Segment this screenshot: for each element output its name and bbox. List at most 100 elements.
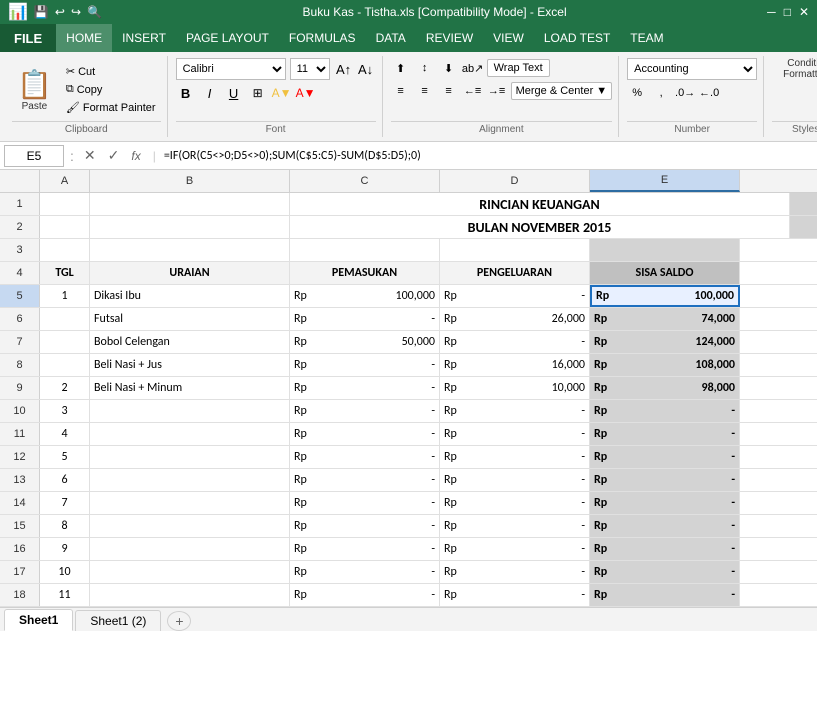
- menu-page-layout[interactable]: PAGE LAYOUT: [176, 24, 279, 52]
- cell-c7[interactable]: Rp50,000: [290, 331, 440, 353]
- cell-c18[interactable]: Rp-: [290, 584, 440, 606]
- cell-d18[interactable]: Rp-: [440, 584, 590, 606]
- cell-d4[interactable]: PENGELUARAN: [440, 262, 590, 284]
- cell-b15[interactable]: [90, 515, 290, 537]
- cell-e18[interactable]: Rp-: [590, 584, 740, 606]
- minimize-btn[interactable]: ─: [767, 5, 776, 19]
- cell-b8[interactable]: Beli Nasi + Jus: [90, 354, 290, 376]
- cell-b17[interactable]: [90, 561, 290, 583]
- maximize-btn[interactable]: □: [784, 5, 791, 19]
- menu-review[interactable]: REVIEW: [416, 24, 483, 52]
- cell-b6[interactable]: Futsal: [90, 308, 290, 330]
- cell-d17[interactable]: Rp-: [440, 561, 590, 583]
- insert-function-icon[interactable]: fx: [127, 149, 144, 163]
- increase-decimal-btn[interactable]: .0→: [675, 83, 695, 103]
- cell-a6[interactable]: [40, 308, 90, 330]
- cancel-formula-icon[interactable]: ✕: [80, 147, 100, 164]
- align-bottom-btn[interactable]: ⬇: [439, 58, 459, 78]
- cell-d3[interactable]: [440, 239, 590, 261]
- cell-e5[interactable]: Rp100,000: [590, 285, 740, 307]
- cell-a7[interactable]: [40, 331, 90, 353]
- cell-e9[interactable]: Rp98,000: [590, 377, 740, 399]
- cell-b3[interactable]: [90, 239, 290, 261]
- cell-b5[interactable]: Dikasi Ibu: [90, 285, 290, 307]
- decrease-indent-btn[interactable]: ←≡: [463, 81, 483, 101]
- cell-a16[interactable]: 9: [40, 538, 90, 560]
- align-middle-btn[interactable]: ↕: [415, 58, 435, 78]
- cell-a12[interactable]: 5: [40, 446, 90, 468]
- cell-b16[interactable]: [90, 538, 290, 560]
- cell-c9[interactable]: Rp-: [290, 377, 440, 399]
- decrease-decimal-btn[interactable]: ←.0: [699, 83, 719, 103]
- cell-a10[interactable]: 3: [40, 400, 90, 422]
- cell-a8[interactable]: [40, 354, 90, 376]
- cell-b13[interactable]: [90, 469, 290, 491]
- cell-a2[interactable]: [40, 216, 90, 238]
- col-header-a[interactable]: A: [40, 170, 90, 192]
- cell-e1[interactable]: [790, 193, 817, 215]
- cell-c17[interactable]: Rp-: [290, 561, 440, 583]
- border-button[interactable]: ⊞: [248, 83, 268, 103]
- quick-save[interactable]: 💾: [34, 5, 49, 19]
- cell-c14[interactable]: Rp-: [290, 492, 440, 514]
- quick-print-preview[interactable]: 🔍: [87, 5, 102, 19]
- percent-btn[interactable]: %: [627, 83, 647, 103]
- font-family-select[interactable]: Calibri: [176, 58, 286, 80]
- quick-undo[interactable]: ↩: [55, 5, 65, 19]
- cell-c11[interactable]: Rp-: [290, 423, 440, 445]
- cell-b10[interactable]: [90, 400, 290, 422]
- confirm-formula-icon[interactable]: ✓: [104, 147, 124, 164]
- wrap-text-button[interactable]: Wrap Text: [487, 59, 550, 77]
- cell-c15[interactable]: Rp-: [290, 515, 440, 537]
- close-btn[interactable]: ✕: [799, 5, 809, 19]
- cell-c1[interactable]: RINCIAN KEUANGAN: [290, 193, 790, 215]
- italic-button[interactable]: I: [200, 83, 220, 103]
- cell-a3[interactable]: [40, 239, 90, 261]
- cell-e17[interactable]: Rp-: [590, 561, 740, 583]
- cell-reference-input[interactable]: [4, 145, 64, 167]
- cell-e14[interactable]: Rp-: [590, 492, 740, 514]
- cell-e11[interactable]: Rp-: [590, 423, 740, 445]
- cell-a9[interactable]: 2: [40, 377, 90, 399]
- text-angle-btn[interactable]: ab↗: [463, 58, 483, 78]
- cell-a5[interactable]: 1: [40, 285, 90, 307]
- cell-a15[interactable]: 8: [40, 515, 90, 537]
- merge-center-button[interactable]: Merge & Center▼: [511, 82, 613, 100]
- formula-input[interactable]: [164, 149, 813, 163]
- menu-data[interactable]: DATA: [366, 24, 416, 52]
- menu-load-test[interactable]: LOAD TEST: [534, 24, 620, 52]
- cell-a13[interactable]: 6: [40, 469, 90, 491]
- cell-c5[interactable]: Rp100,000: [290, 285, 440, 307]
- font-shrink-btn[interactable]: A↓: [356, 59, 376, 79]
- cell-e12[interactable]: Rp-: [590, 446, 740, 468]
- cell-b11[interactable]: [90, 423, 290, 445]
- cell-c16[interactable]: Rp-: [290, 538, 440, 560]
- cell-d5[interactable]: Rp-: [440, 285, 590, 307]
- sheet-tab-2[interactable]: Sheet1 (2): [75, 610, 161, 631]
- align-right-btn[interactable]: ≡: [439, 81, 459, 101]
- cell-d11[interactable]: Rp-: [440, 423, 590, 445]
- underline-button[interactable]: U: [224, 83, 244, 103]
- cell-e3[interactable]: [590, 239, 740, 261]
- menu-insert[interactable]: INSERT: [112, 24, 176, 52]
- cell-a4[interactable]: TGL: [40, 262, 90, 284]
- cell-c3[interactable]: [290, 239, 440, 261]
- cell-d7[interactable]: Rp-: [440, 331, 590, 353]
- cell-a14[interactable]: 7: [40, 492, 90, 514]
- cell-c6[interactable]: Rp-: [290, 308, 440, 330]
- menu-team[interactable]: TEAM: [620, 24, 673, 52]
- col-header-b[interactable]: B: [90, 170, 290, 192]
- cell-e7[interactable]: Rp124,000: [590, 331, 740, 353]
- copy-button[interactable]: ⧉ Copy: [61, 81, 161, 98]
- align-top-btn[interactable]: ⬆: [391, 58, 411, 78]
- increase-indent-btn[interactable]: →≡: [487, 81, 507, 101]
- font-color-button[interactable]: A▼: [296, 83, 316, 103]
- format-painter-button[interactable]: 🖌 Format Painter: [61, 99, 161, 116]
- cell-e2[interactable]: [790, 216, 817, 238]
- quick-redo[interactable]: ↪: [71, 5, 81, 19]
- cell-b12[interactable]: [90, 446, 290, 468]
- cell-e13[interactable]: Rp-: [590, 469, 740, 491]
- cell-e8[interactable]: Rp108,000: [590, 354, 740, 376]
- menu-home[interactable]: HOME: [56, 24, 112, 52]
- cell-d8[interactable]: Rp16,000: [440, 354, 590, 376]
